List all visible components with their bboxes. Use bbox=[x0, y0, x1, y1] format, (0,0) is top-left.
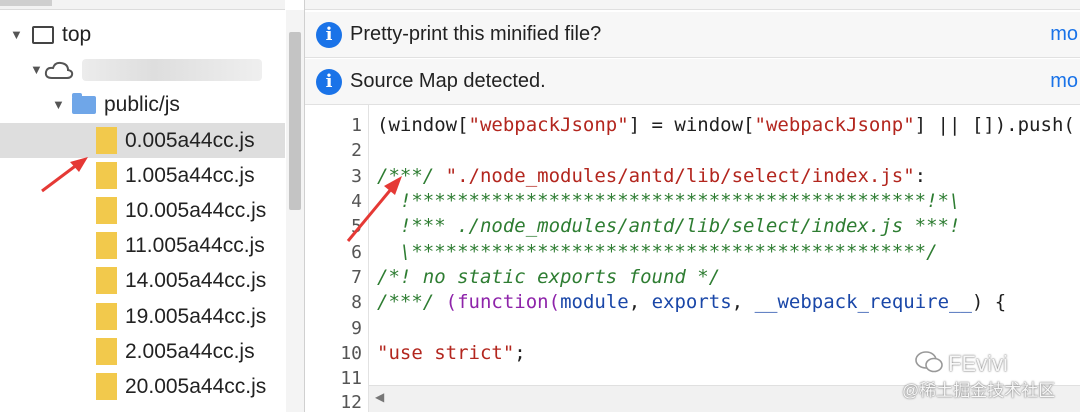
tree-item-label: top bbox=[62, 22, 92, 46]
file-icon bbox=[96, 127, 117, 154]
code-token: (window[ bbox=[377, 114, 469, 136]
code-token: ] || []).push( bbox=[914, 114, 1075, 136]
code-token: ( bbox=[548, 291, 561, 313]
tree-file-row[interactable]: 10.005a44cc.js bbox=[0, 193, 285, 228]
wechat-logo-icon bbox=[915, 351, 943, 373]
code-token: ) { bbox=[971, 291, 1007, 313]
line-number[interactable]: 9 bbox=[351, 318, 362, 339]
tree-file-row[interactable]: 11.005a44cc.js bbox=[0, 228, 285, 263]
line-number[interactable]: 6 bbox=[351, 242, 362, 263]
folder-icon bbox=[72, 92, 96, 114]
file-icon bbox=[96, 267, 117, 294]
code-token: /***/ bbox=[377, 165, 446, 187]
tree-file-row[interactable]: 20.005a44cc.js bbox=[0, 369, 285, 404]
code-line-5: !*** ./node_modules/antd/lib/select/inde… bbox=[377, 215, 961, 237]
tree-tab-strip bbox=[0, 0, 285, 10]
code-line-1: (window["webpackJsonp"] = window["webpac… bbox=[377, 114, 1075, 136]
blurred-domain bbox=[82, 58, 262, 81]
window-frame-icon bbox=[32, 25, 54, 44]
scrollbar-thumb[interactable] bbox=[289, 32, 301, 210]
line-number[interactable]: 4 bbox=[351, 191, 362, 212]
code-token: : bbox=[914, 165, 927, 187]
code-line-4: !***************************************… bbox=[377, 190, 961, 212]
code-line-8: /***/ (function(module, exports, __webpa… bbox=[377, 291, 1006, 313]
code-token: ( bbox=[445, 291, 458, 313]
code-line-7: /*! no static exports found */ bbox=[377, 266, 721, 288]
code-line-6: \***************************************… bbox=[377, 241, 938, 263]
tree-scrollbar[interactable] bbox=[286, 10, 304, 412]
file-icon bbox=[96, 373, 117, 400]
infobar-more-link[interactable]: mo bbox=[1050, 70, 1078, 93]
infobar-message: Pretty-print this minified file? bbox=[350, 23, 602, 45]
line-number[interactable]: 2 bbox=[351, 140, 362, 161]
tree-item-folder[interactable]: ▼ public/js bbox=[0, 87, 285, 122]
chevron-down-icon[interactable]: ▼ bbox=[30, 62, 44, 77]
code-token: , bbox=[731, 291, 755, 313]
info-icon: i bbox=[316, 68, 342, 95]
file-tree: ▼ top ▼ ▼ public/js 0.005a44cc.js 1.005a… bbox=[0, 0, 305, 412]
tree-file-row[interactable]: 1.005a44cc.js bbox=[0, 158, 285, 193]
file-name: 0.005a44cc.js bbox=[125, 128, 255, 152]
tree-file-row[interactable]: 0.005a44cc.js bbox=[0, 123, 285, 158]
file-icon bbox=[96, 303, 117, 330]
tree-item-top[interactable]: ▼ top bbox=[0, 17, 285, 52]
tree-file-row[interactable]: 2.005a44cc.js bbox=[0, 334, 285, 369]
line-number[interactable]: 3 bbox=[351, 166, 362, 187]
file-icon bbox=[96, 162, 117, 189]
line-number[interactable]: 5 bbox=[351, 216, 362, 237]
info-icon: i bbox=[316, 21, 342, 48]
line-number[interactable]: 10 bbox=[340, 343, 362, 364]
line-number[interactable]: 12 bbox=[340, 392, 362, 412]
code-token: exports bbox=[651, 291, 732, 313]
tree-file-row[interactable]: 14.005a44cc.js bbox=[0, 263, 285, 298]
tree-file-row[interactable]: 19.005a44cc.js bbox=[0, 299, 285, 334]
chevron-down-icon[interactable]: ▼ bbox=[10, 27, 24, 42]
line-number[interactable]: 7 bbox=[351, 267, 362, 288]
file-name: 1.005a44cc.js bbox=[125, 163, 255, 187]
file-icon bbox=[96, 338, 117, 365]
file-icon bbox=[96, 232, 117, 259]
code-token: "use strict" bbox=[377, 342, 515, 364]
infobar-message: Source Map detected. bbox=[350, 70, 546, 92]
code-token: function bbox=[457, 291, 549, 313]
file-name: 11.005a44cc.js bbox=[125, 233, 265, 257]
scroll-left-arrow-icon[interactable]: ◀ bbox=[375, 390, 384, 404]
chevron-down-icon[interactable]: ▼ bbox=[52, 97, 66, 112]
code-line-3: /***/ "./node_modules/antd/lib/select/in… bbox=[377, 165, 926, 187]
file-name: 10.005a44cc.js bbox=[125, 198, 267, 222]
code-token: "webpackJsonp" bbox=[754, 114, 915, 136]
code-token: "./node_modules/antd/lib/select/index.js… bbox=[445, 165, 915, 187]
code-token: ; bbox=[514, 342, 526, 364]
infobar-more-link[interactable]: mo bbox=[1050, 23, 1078, 46]
code-token: ] = window[ bbox=[628, 114, 755, 136]
file-name: 19.005a44cc.js bbox=[125, 304, 267, 328]
file-icon bbox=[96, 197, 117, 224]
code-line-10: "use strict"; bbox=[377, 342, 526, 364]
line-number[interactable]: 1 bbox=[351, 115, 362, 136]
tree-item-label: public/js bbox=[104, 92, 180, 116]
tree-item-domain[interactable]: ▼ bbox=[0, 52, 285, 87]
code-token: , bbox=[628, 291, 652, 313]
line-number-gutter: 1 2 3 4 5 6 7 8 9 10 11 12 bbox=[305, 105, 369, 412]
cloud-icon bbox=[44, 61, 74, 79]
code-token: "webpackJsonp" bbox=[468, 114, 629, 136]
editor-tab-strip bbox=[305, 0, 1080, 10]
watermark-site: @稀土掘金技术社区 bbox=[902, 381, 1056, 400]
line-number[interactable]: 11 bbox=[340, 368, 362, 389]
source-map-infobar: i Source Map detected. mo bbox=[305, 59, 1080, 105]
line-number[interactable]: 8 bbox=[351, 292, 362, 313]
watermark-brand: FEvivi bbox=[948, 351, 1008, 376]
pretty-print-infobar: i Pretty-print this minified file? mo bbox=[305, 12, 1080, 58]
file-name: 2.005a44cc.js bbox=[125, 339, 255, 363]
code-token: /***/ bbox=[377, 291, 446, 313]
code-token: __webpack_require__ bbox=[754, 291, 972, 313]
file-name: 14.005a44cc.js bbox=[125, 268, 267, 292]
file-name: 20.005a44cc.js bbox=[125, 374, 267, 398]
code-token: module bbox=[560, 291, 629, 313]
